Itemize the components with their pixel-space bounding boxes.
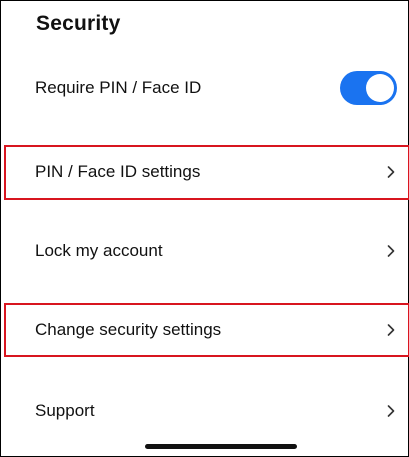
require-pin-row[interactable]: Require PIN / Face ID [1,59,408,117]
change-security-settings-row[interactable]: Change security settings [1,301,408,359]
lock-my-account-label: Lock my account [35,241,163,260]
pin-face-id-settings-row[interactable]: PIN / Face ID settings [1,143,408,201]
chevron-right-icon [384,320,398,340]
pin-face-id-settings-label: PIN / Face ID settings [35,162,201,181]
change-security-settings-label: Change security settings [35,320,222,339]
chevron-right-icon [384,241,398,261]
support-label: Support [35,401,95,420]
lock-my-account-row[interactable]: Lock my account [1,222,408,280]
toggle-knob [366,74,394,102]
home-indicator[interactable] [145,444,297,449]
section-title: Security [36,12,121,35]
require-pin-toggle[interactable] [340,71,397,105]
chevron-right-icon [384,162,398,182]
chevron-right-icon [384,401,398,421]
support-row[interactable]: Support [1,382,408,440]
security-screen: Security Require PIN / Face ID PIN / Fac… [0,0,409,457]
require-pin-label: Require PIN / Face ID [35,78,202,97]
